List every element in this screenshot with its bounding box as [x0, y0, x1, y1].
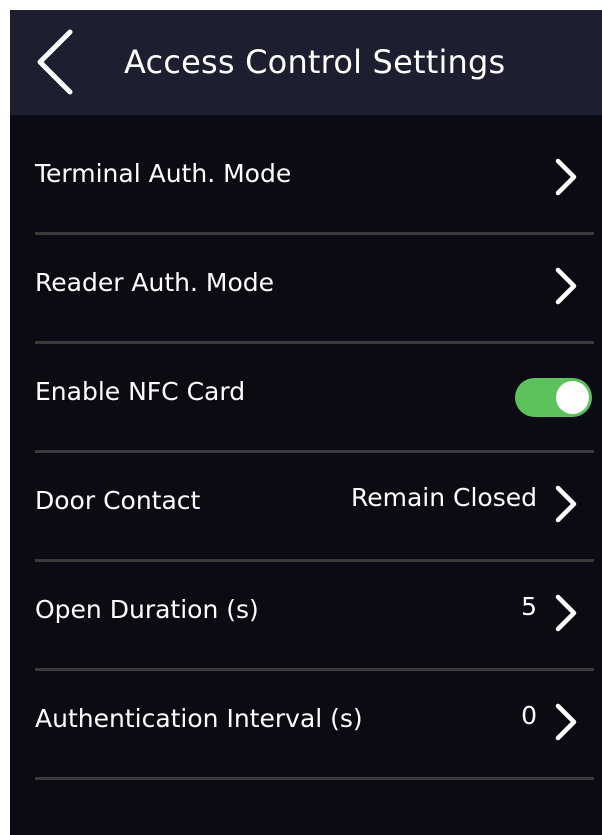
divider — [35, 777, 594, 780]
page-title: Access Control Settings — [124, 43, 506, 81]
setting-value: 5 — [521, 592, 537, 621]
toggle-knob — [556, 381, 589, 414]
header-bar: Access Control Settings — [10, 10, 602, 115]
nfc-card-toggle[interactable] — [515, 378, 592, 417]
setting-value: 0 — [521, 701, 537, 730]
chevron-right-icon[interactable] — [550, 594, 580, 632]
settings-list: Terminal Auth. Mode Reader Auth. Mode En… — [10, 126, 602, 780]
chevron-right-icon[interactable] — [550, 703, 580, 741]
setting-label: Open Duration (s) — [35, 595, 259, 624]
setting-authentication-interval[interactable]: Authentication Interval (s) 0 — [10, 671, 602, 780]
back-button[interactable] — [32, 28, 80, 96]
setting-label: Terminal Auth. Mode — [35, 159, 292, 188]
settings-screen: Access Control Settings Terminal Auth. M… — [10, 10, 602, 835]
chevron-right-icon[interactable] — [550, 267, 580, 305]
setting-enable-nfc-card: Enable NFC Card — [10, 344, 602, 453]
chevron-right-icon[interactable] — [550, 158, 580, 196]
setting-door-contact[interactable]: Door Contact Remain Closed — [10, 453, 602, 562]
chevron-left-icon — [37, 29, 73, 95]
setting-label: Door Contact — [35, 486, 201, 515]
setting-value: Remain Closed — [350, 483, 537, 512]
setting-reader-auth-mode[interactable]: Reader Auth. Mode — [10, 235, 602, 344]
setting-label: Enable NFC Card — [35, 377, 246, 406]
setting-label: Authentication Interval (s) — [35, 704, 363, 733]
setting-terminal-auth-mode[interactable]: Terminal Auth. Mode — [10, 126, 602, 235]
chevron-right-icon[interactable] — [550, 485, 580, 523]
setting-open-duration[interactable]: Open Duration (s) 5 — [10, 562, 602, 671]
setting-label: Reader Auth. Mode — [35, 268, 275, 297]
